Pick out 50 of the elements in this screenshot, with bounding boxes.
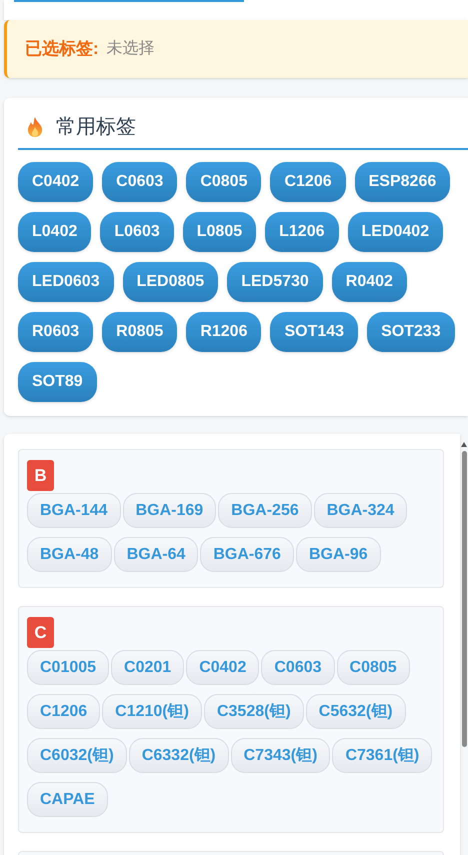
- scroll-up-arrow-icon[interactable]: [461, 442, 467, 447]
- tag-chip[interactable]: L1206: [265, 212, 338, 252]
- tag-chip[interactable]: C0402: [18, 162, 94, 202]
- tag-chip[interactable]: SOT233: [367, 312, 455, 352]
- tag-chip[interactable]: R0402: [332, 262, 407, 302]
- tag-chip[interactable]: BGA-256: [218, 493, 312, 528]
- tag-chip[interactable]: C7361(钽): [332, 738, 432, 773]
- flame-icon: [26, 116, 44, 138]
- tag-chip[interactable]: C6032(钽): [27, 738, 127, 773]
- tag-chip[interactable]: C0805: [336, 650, 410, 685]
- tag-chip[interactable]: BGA-676: [200, 537, 294, 572]
- tag-chip[interactable]: BGA-169: [122, 493, 216, 528]
- tag-chip[interactable]: C0805: [186, 162, 262, 202]
- tag-chip[interactable]: C1210(钽): [102, 694, 202, 729]
- tag-chip[interactable]: LED5730: [227, 262, 323, 302]
- tag-chip[interactable]: C6332(钽): [128, 738, 229, 773]
- tag-chip[interactable]: L0603: [100, 212, 174, 252]
- tag-chip[interactable]: SOT143: [270, 312, 358, 352]
- tag-chip[interactable]: BGA-324: [314, 493, 408, 528]
- selected-tag-value: 未选择: [106, 38, 155, 59]
- tag-chip[interactable]: LED0402: [348, 212, 444, 252]
- tag-chip[interactable]: C1206: [270, 162, 346, 202]
- tag-chip[interactable]: CAPAE: [27, 782, 108, 817]
- tag-chip[interactable]: ESP8266: [354, 162, 450, 202]
- tag-chip[interactable]: C01005: [27, 650, 110, 685]
- tag-chip[interactable]: R0603: [18, 312, 94, 352]
- tag-chip[interactable]: LED0603: [18, 262, 114, 302]
- tag-chip[interactable]: C0603: [261, 650, 335, 685]
- letter-badge: C: [27, 617, 54, 648]
- tag-chip[interactable]: L0402: [18, 212, 92, 252]
- tag-chip[interactable]: BGA-144: [27, 493, 121, 528]
- tag-chip[interactable]: L0805: [182, 212, 256, 252]
- tag-chip[interactable]: LED0805: [122, 262, 218, 302]
- tag-chip[interactable]: C0402: [186, 650, 260, 685]
- tag-chip[interactable]: C0201: [111, 650, 184, 685]
- letter-badge: B: [27, 460, 54, 491]
- tag-chip[interactable]: C3528(钽): [204, 694, 304, 729]
- tag-chip[interactable]: C0603: [102, 162, 178, 202]
- tag-chip[interactable]: C1206: [27, 694, 100, 729]
- selected-tag-label: 已选标签:: [25, 38, 99, 60]
- tag-chip[interactable]: BGA-64: [114, 537, 198, 572]
- section-title: 常用标签: [56, 115, 136, 140]
- tag-chip[interactable]: R0805: [102, 312, 178, 352]
- tag-chip[interactable]: SOT89: [18, 362, 97, 402]
- tag-chip[interactable]: BGA-96: [296, 537, 381, 572]
- tag-chip[interactable]: R1206: [186, 312, 262, 352]
- tag-chip[interactable]: BGA-48: [27, 537, 112, 572]
- tag-chip[interactable]: C5632(钽): [306, 694, 406, 729]
- tag-chip[interactable]: C7343(钽): [230, 738, 330, 773]
- scrollbar-thumb[interactable]: [462, 451, 466, 747]
